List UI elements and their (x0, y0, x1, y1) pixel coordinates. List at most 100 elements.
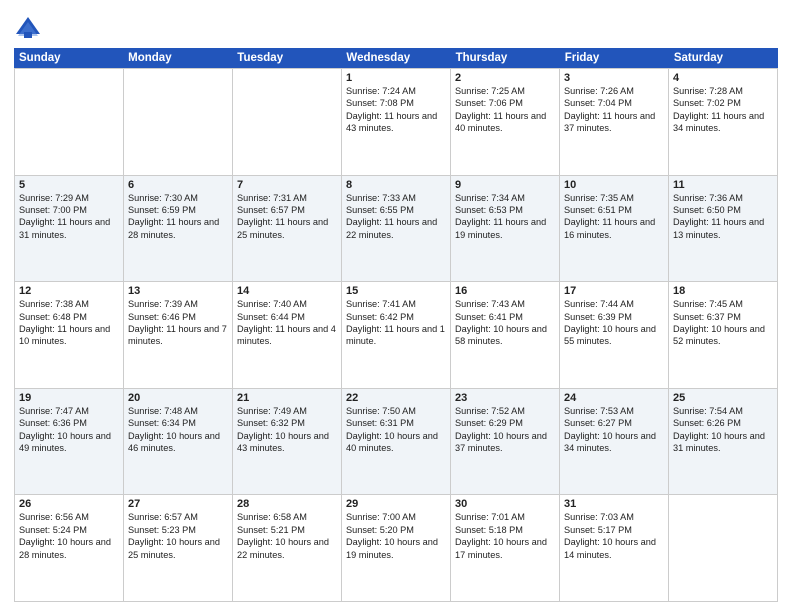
calendar-week-4: 19Sunrise: 7:47 AMSunset: 6:36 PMDayligh… (15, 389, 778, 496)
sunrise-text: Sunrise: 7:29 AM (19, 192, 119, 204)
day-number: 19 (19, 392, 119, 404)
calendar-header: SundayMondayTuesdayWednesdayThursdayFrid… (14, 48, 778, 68)
sunrise-text: Sunrise: 7:25 AM (455, 85, 555, 97)
day-number: 14 (237, 285, 337, 297)
daylight-text: Daylight: 10 hours and 22 minutes. (237, 536, 337, 561)
sunset-text: Sunset: 7:04 PM (564, 97, 664, 109)
calendar-cell: 7Sunrise: 7:31 AMSunset: 6:57 PMDaylight… (233, 176, 342, 283)
calendar-cell: 5Sunrise: 7:29 AMSunset: 7:00 PMDaylight… (15, 176, 124, 283)
calendar-week-1: 1Sunrise: 7:24 AMSunset: 7:08 PMDaylight… (15, 69, 778, 176)
day-number: 8 (346, 179, 446, 191)
daylight-text: Daylight: 11 hours and 31 minutes. (19, 216, 119, 241)
sunrise-text: Sunrise: 7:50 AM (346, 405, 446, 417)
sunset-text: Sunset: 6:27 PM (564, 417, 664, 429)
header-day-thursday: Thursday (451, 48, 560, 68)
calendar-cell: 30Sunrise: 7:01 AMSunset: 5:18 PMDayligh… (451, 495, 560, 602)
daylight-text: Daylight: 11 hours and 16 minutes. (564, 216, 664, 241)
calendar-cell (669, 495, 778, 602)
daylight-text: Daylight: 10 hours and 46 minutes. (128, 430, 228, 455)
day-number: 16 (455, 285, 555, 297)
sunset-text: Sunset: 6:48 PM (19, 311, 119, 323)
sunrise-text: Sunrise: 7:36 AM (673, 192, 773, 204)
sunset-text: Sunset: 6:59 PM (128, 204, 228, 216)
sunrise-text: Sunrise: 7:01 AM (455, 511, 555, 523)
calendar-week-5: 26Sunrise: 6:56 AMSunset: 5:24 PMDayligh… (15, 495, 778, 602)
daylight-text: Daylight: 10 hours and 25 minutes. (128, 536, 228, 561)
daylight-text: Daylight: 10 hours and 28 minutes. (19, 536, 119, 561)
sunset-text: Sunset: 6:50 PM (673, 204, 773, 216)
sunrise-text: Sunrise: 7:00 AM (346, 511, 446, 523)
day-number: 4 (673, 72, 773, 84)
daylight-text: Daylight: 11 hours and 1 minute. (346, 323, 446, 348)
sunset-text: Sunset: 7:08 PM (346, 97, 446, 109)
daylight-text: Daylight: 10 hours and 34 minutes. (564, 430, 664, 455)
sunset-text: Sunset: 5:23 PM (128, 524, 228, 536)
daylight-text: Daylight: 10 hours and 40 minutes. (346, 430, 446, 455)
day-number: 12 (19, 285, 119, 297)
daylight-text: Daylight: 11 hours and 4 minutes. (237, 323, 337, 348)
sunset-text: Sunset: 6:55 PM (346, 204, 446, 216)
calendar-cell: 8Sunrise: 7:33 AMSunset: 6:55 PMDaylight… (342, 176, 451, 283)
sunrise-text: Sunrise: 7:48 AM (128, 405, 228, 417)
daylight-text: Daylight: 11 hours and 28 minutes. (128, 216, 228, 241)
sunset-text: Sunset: 6:51 PM (564, 204, 664, 216)
sunset-text: Sunset: 6:29 PM (455, 417, 555, 429)
sunrise-text: Sunrise: 7:49 AM (237, 405, 337, 417)
sunrise-text: Sunrise: 7:35 AM (564, 192, 664, 204)
daylight-text: Daylight: 11 hours and 19 minutes. (455, 216, 555, 241)
calendar-cell: 19Sunrise: 7:47 AMSunset: 6:36 PMDayligh… (15, 389, 124, 496)
sunrise-text: Sunrise: 7:39 AM (128, 298, 228, 310)
day-number: 6 (128, 179, 228, 191)
calendar-cell: 10Sunrise: 7:35 AMSunset: 6:51 PMDayligh… (560, 176, 669, 283)
sunset-text: Sunset: 5:20 PM (346, 524, 446, 536)
sunset-text: Sunset: 7:02 PM (673, 97, 773, 109)
calendar-cell: 31Sunrise: 7:03 AMSunset: 5:17 PMDayligh… (560, 495, 669, 602)
day-number: 17 (564, 285, 664, 297)
day-number: 28 (237, 498, 337, 510)
daylight-text: Daylight: 11 hours and 37 minutes. (564, 110, 664, 135)
sunset-text: Sunset: 6:32 PM (237, 417, 337, 429)
calendar-cell: 4Sunrise: 7:28 AMSunset: 7:02 PMDaylight… (669, 69, 778, 176)
day-number: 5 (19, 179, 119, 191)
sunrise-text: Sunrise: 6:57 AM (128, 511, 228, 523)
daylight-text: Daylight: 11 hours and 7 minutes. (128, 323, 228, 348)
day-number: 18 (673, 285, 773, 297)
daylight-text: Daylight: 11 hours and 22 minutes. (346, 216, 446, 241)
calendar-cell: 18Sunrise: 7:45 AMSunset: 6:37 PMDayligh… (669, 282, 778, 389)
header-day-wednesday: Wednesday (341, 48, 450, 68)
sunrise-text: Sunrise: 7:03 AM (564, 511, 664, 523)
day-number: 3 (564, 72, 664, 84)
sunset-text: Sunset: 6:36 PM (19, 417, 119, 429)
sunset-text: Sunset: 6:34 PM (128, 417, 228, 429)
calendar: SundayMondayTuesdayWednesdayThursdayFrid… (14, 48, 778, 602)
sunrise-text: Sunrise: 7:31 AM (237, 192, 337, 204)
day-number: 31 (564, 498, 664, 510)
day-number: 11 (673, 179, 773, 191)
day-number: 10 (564, 179, 664, 191)
sunset-text: Sunset: 6:26 PM (673, 417, 773, 429)
daylight-text: Daylight: 10 hours and 14 minutes. (564, 536, 664, 561)
sunset-text: Sunset: 5:24 PM (19, 524, 119, 536)
header-day-tuesday: Tuesday (232, 48, 341, 68)
sunset-text: Sunset: 6:37 PM (673, 311, 773, 323)
sunrise-text: Sunrise: 6:56 AM (19, 511, 119, 523)
sunset-text: Sunset: 6:41 PM (455, 311, 555, 323)
daylight-text: Daylight: 10 hours and 52 minutes. (673, 323, 773, 348)
calendar-cell: 23Sunrise: 7:52 AMSunset: 6:29 PMDayligh… (451, 389, 560, 496)
sunset-text: Sunset: 6:31 PM (346, 417, 446, 429)
sunrise-text: Sunrise: 7:34 AM (455, 192, 555, 204)
daylight-text: Daylight: 10 hours and 17 minutes. (455, 536, 555, 561)
sunrise-text: Sunrise: 7:26 AM (564, 85, 664, 97)
day-number: 13 (128, 285, 228, 297)
calendar-cell: 27Sunrise: 6:57 AMSunset: 5:23 PMDayligh… (124, 495, 233, 602)
daylight-text: Daylight: 11 hours and 25 minutes. (237, 216, 337, 241)
calendar-cell (233, 69, 342, 176)
day-number: 23 (455, 392, 555, 404)
header-day-saturday: Saturday (669, 48, 778, 68)
daylight-text: Daylight: 10 hours and 55 minutes. (564, 323, 664, 348)
calendar-cell: 17Sunrise: 7:44 AMSunset: 6:39 PMDayligh… (560, 282, 669, 389)
day-number: 1 (346, 72, 446, 84)
sunset-text: Sunset: 6:53 PM (455, 204, 555, 216)
sunset-text: Sunset: 6:44 PM (237, 311, 337, 323)
calendar-cell: 22Sunrise: 7:50 AMSunset: 6:31 PMDayligh… (342, 389, 451, 496)
